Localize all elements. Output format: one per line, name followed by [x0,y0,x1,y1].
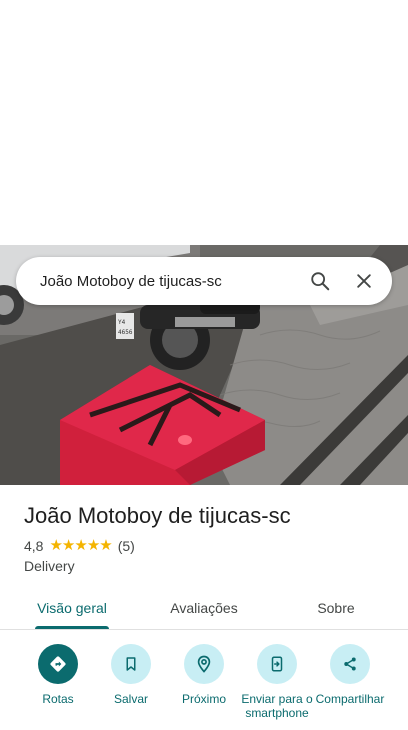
search-icon [311,272,330,291]
send-to-phone-button[interactable]: Enviar para o smartphone [237,644,317,720]
nearby-button[interactable]: Próximo [164,644,244,706]
tab-reviews-label: Avaliações [170,599,238,616]
send-to-phone-label: Enviar para o smartphone [241,692,313,720]
tab-overview-label: Visão geral [37,599,107,616]
search-input[interactable]: João Motoboy de tijucas-sc [16,273,298,290]
svg-text:4656: 4656 [118,329,133,336]
save-button[interactable]: Salvar [91,644,171,706]
active-tab-indicator [35,626,109,629]
review-count: (5) [117,538,135,554]
send-to-phone-circle [257,644,297,684]
top-blank-area [0,0,408,245]
share-circle [330,644,370,684]
send-to-phone-icon [271,656,283,672]
nearby-label: Próximo [181,692,226,706]
directions-icon [50,656,66,672]
bookmark-icon [126,657,136,671]
directions-circle [38,644,78,684]
star-icon: ★ [61,537,75,554]
save-label: Salvar [113,692,148,706]
tab-about[interactable]: Sobre [288,586,384,629]
star-icon: ★ [99,537,112,554]
directions-label: Rotas [42,692,74,706]
place-tabs: Visão geral Avaliações Sobre [0,586,408,630]
save-circle [111,644,151,684]
tab-about-label: Sobre [317,599,355,616]
search-button[interactable] [298,259,342,303]
share-label: Compartilhar [315,692,385,706]
place-category: Delivery [24,558,75,574]
search-bar[interactable]: João Motoboy de tijucas-sc [16,257,392,305]
rating-stars: ★ ★ ★ ★ ★ [49,537,112,554]
nearby-circle [184,644,224,684]
nearby-icon [197,655,211,673]
rating-value: 4,8 [24,538,44,554]
share-button[interactable]: Compartilhar [310,644,390,706]
star-icon: ★ [49,537,62,554]
star-icon: ★ [86,537,100,554]
place-title: João Motoboy de tijucas-sc [24,503,291,528]
directions-button[interactable]: Rotas [18,644,98,706]
tab-reviews[interactable]: Avaliações [156,586,252,629]
svg-text:Y4: Y4 [118,319,126,326]
share-icon [344,657,356,671]
rating-row[interactable]: 4,8 ★ ★ ★ ★ ★ (5) [24,537,135,555]
close-icon [357,274,371,288]
close-button[interactable] [342,259,386,303]
tab-overview[interactable]: Visão geral [24,586,120,629]
action-bar: Rotas Salvar Próximo Enviar para o smart… [0,644,408,730]
star-icon: ★ [74,537,87,554]
